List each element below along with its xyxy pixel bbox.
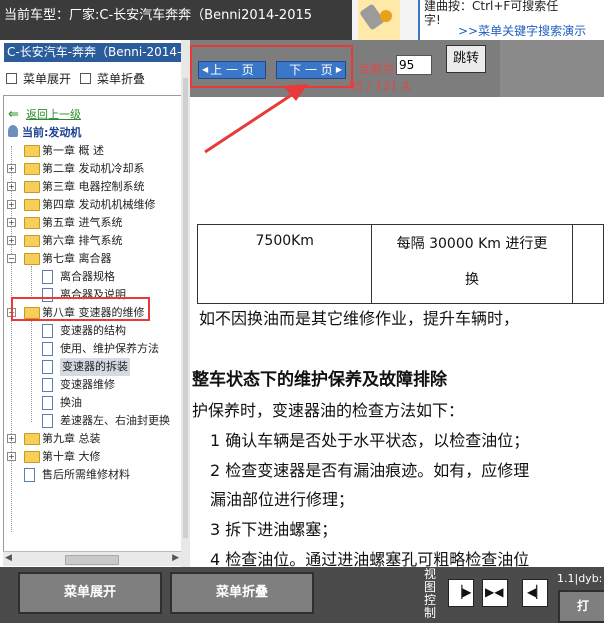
toolbar-spacer [500,40,604,97]
tools-icon [358,0,400,40]
print-button[interactable]: 打 [558,590,604,623]
nav-highlight-box [190,45,353,88]
section-heading: 整车状态下的维护保养及故障排除 [192,370,447,390]
bottom-expand-button[interactable]: 菜单展开 [18,572,162,614]
document-icon [42,396,53,410]
document-icon [42,360,53,374]
scroll-thumb[interactable] [65,555,119,565]
content-line: 护保养时，变速器油的检查方法如下： [192,401,465,420]
folder-icon [24,199,40,211]
split-view-icon: ▶◀ [485,585,504,599]
document-icon [24,468,35,482]
page-number-input[interactable] [396,55,432,75]
expand-plus-icon[interactable]: + [7,164,16,173]
document-icon [42,270,53,284]
collapse-minus-icon[interactable]: − [7,254,16,263]
page-counter: 95 / 121 A [348,79,411,93]
tip-line-2: 字! [424,13,441,27]
folder-icon [24,433,40,445]
document-icon [42,378,53,392]
title-bar: 当前车型：厂家:C-长安汽车奔奔（Benni2014-2015 [0,0,352,40]
sidebar-expand-button[interactable]: 菜单展开 [6,70,71,87]
expand-plus-icon[interactable]: + [7,236,16,245]
bottom-bar: 菜单展开 菜单折叠 [0,567,604,619]
panel-right-icon: ▕▶ [453,585,472,599]
expand-plus-icon[interactable]: + [7,218,16,227]
panel-left-icon: ◀▏ [527,585,546,599]
view-right-panel-button[interactable]: ▕▶ [448,579,474,607]
folder-icon [24,451,40,463]
content-line: 3 拆下进油螺塞； [210,520,338,539]
folder-icon [24,181,40,193]
search-tip-banner: 建曲按：Ctrl+F可搜索任 字! >>菜单关键字搜索演示 [352,0,604,40]
user-icon [8,125,18,137]
folder-icon [24,163,40,175]
expand-plus-icon[interactable]: + [7,182,16,191]
search-demo-link[interactable]: >>菜单关键字搜索演示 [458,22,586,39]
splitter[interactable] [181,40,190,567]
document-icon [42,324,53,338]
expand-plus-icon[interactable]: + [7,434,16,443]
content-line: 漏油部位进行修理； [210,490,355,509]
table-cell-interval: 7500Km [196,224,373,304]
scroll-right-icon[interactable]: ▶ [172,553,179,563]
scroll-left-icon[interactable]: ◀ [5,553,12,563]
folder-icon [24,235,40,247]
tree-horizontal-scrollbar[interactable]: ◀ ▶ [3,551,181,566]
table-cell-action: 每隔 30000 Km 进行更 换 [371,224,573,304]
bottom-collapse-button[interactable]: 菜单折叠 [170,572,314,614]
vehicle-title: 当前车型：厂家:C-长安汽车奔奔（Benni2014-2015 [4,8,313,23]
document-icon [42,414,53,428]
folder-icon [24,145,40,157]
content-line: 2 检查变速器是否有漏油痕迹。如有，应修理 [210,461,530,480]
document-view: 7500Km 每隔 30000 Km 进行更 换 如不因换油而是其它维修作业，提… [190,97,604,567]
expand-plus-icon[interactable]: + [7,200,16,209]
sidebar-collapse-button[interactable]: 菜单折叠 [80,70,145,87]
view-left-panel-button[interactable]: ◀▏ [522,579,548,607]
version-text: 1.1|dyb: [557,572,603,585]
view-split-button[interactable]: ▶◀ [482,579,508,607]
content-line: 如不因换油而是其它维修作业，提升车辆时， [199,309,520,328]
chapter-highlight-box [11,297,150,321]
jump-button[interactable]: 跳转 [446,45,486,73]
view-control-label: 视图控制 [424,567,437,620]
back-arrow-icon: ⇐ [8,107,19,122]
folder-icon [24,217,40,229]
chapter-tree: ⇐ 返回上一级 当前:发动机 第一章 概 述 + 第二章 发动机冷却系 + 第三… [3,95,183,563]
expand-plus-icon[interactable]: + [7,452,16,461]
maintenance-table: 7500Km 每隔 30000 Km 进行更 换 [196,224,604,304]
content-line: 1 确认车辆是否处于水平状态，以检查油位； [210,431,530,450]
table-cell-extra [571,224,604,304]
expand-icon [6,73,17,84]
open-folder-icon [24,253,40,265]
current-page-label: 当前为 [358,62,395,76]
tip-line-1: 建曲按：Ctrl+F可搜索任 [424,0,559,13]
collapse-icon [80,73,91,84]
content-line: 4 检查油位。通过进油螺塞孔可粗略检查油位 [210,550,530,567]
document-icon [42,342,53,356]
sidebar-title: C-长安汽车-奔奔（Benni-2014-2 [4,43,183,62]
